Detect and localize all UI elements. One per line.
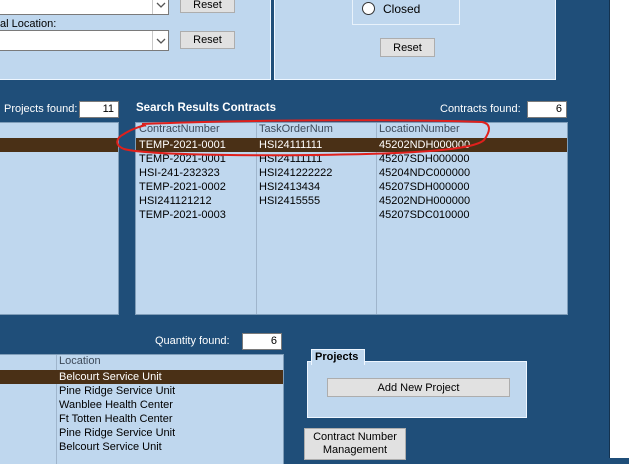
task-order-cell: HSI2413434 bbox=[259, 181, 321, 193]
task-order-cell: HSI2415555 bbox=[259, 195, 321, 207]
location-cell: Wanblee Health Center bbox=[59, 399, 173, 411]
red-annotation-circle bbox=[116, 119, 490, 157]
window-edge-line bbox=[609, 0, 610, 458]
table-row[interactable]: HSI-241-232323 HSI241222222 45204NDC0000… bbox=[136, 166, 567, 180]
reset-location-button[interactable]: Reset bbox=[180, 31, 235, 49]
closed-radio[interactable] bbox=[362, 2, 375, 15]
chevron-down-icon[interactable] bbox=[152, 31, 168, 50]
column-header-location[interactable]: Location bbox=[59, 355, 101, 369]
projects-found-label: Projects found: bbox=[4, 103, 78, 115]
reset-status-button[interactable]: Reset bbox=[380, 38, 435, 57]
list-item[interactable]: Wanblee Health Center bbox=[0, 398, 283, 412]
location-cell: Ft Totten Health Center bbox=[59, 413, 173, 425]
list-item[interactable]: Pine Ridge Service Unit bbox=[0, 426, 283, 440]
location-label: al Location: bbox=[0, 18, 57, 30]
list-item[interactable]: Ft Totten Health Center bbox=[0, 412, 283, 426]
contract-number-cell: TEMP-2021-0002 bbox=[139, 181, 226, 193]
contract-number-cell: HSI-241-232323 bbox=[139, 167, 220, 179]
quantity-found-count: 6 bbox=[242, 333, 282, 350]
contract-number-management-button[interactable]: Contract Number Management bbox=[304, 428, 406, 460]
projects-list-selected-row[interactable] bbox=[0, 138, 118, 152]
location-number-cell: 45204NDC000000 bbox=[379, 167, 471, 179]
contracts-title: Search Results Contracts bbox=[136, 102, 276, 114]
projects-list[interactable] bbox=[0, 122, 119, 315]
quantity-found-label: Quantity found: bbox=[155, 335, 230, 347]
chevron-down-icon[interactable] bbox=[152, 0, 168, 14]
table-row[interactable]: TEMP-2021-0003 45207SDC010000 bbox=[136, 208, 567, 222]
contract-number-cell: HSI241121212 bbox=[139, 195, 212, 207]
contracts-found-label: Contracts found: bbox=[440, 103, 521, 115]
top-filter-combo[interactable] bbox=[0, 0, 169, 15]
contracts-found-count: 6 bbox=[527, 101, 567, 118]
table-row[interactable]: TEMP-2021-0002 HSI2413434 45207SDH000000 bbox=[136, 180, 567, 194]
closed-label: Closed bbox=[383, 2, 421, 16]
location-combo[interactable] bbox=[0, 30, 169, 51]
list-item[interactable]: Pine Ridge Service Unit bbox=[0, 384, 283, 398]
task-order-cell: HSI241222222 bbox=[259, 167, 333, 179]
location-cell: Pine Ridge Service Unit bbox=[59, 385, 176, 397]
location-cell: Belcourt Service Unit bbox=[59, 441, 162, 453]
list-item[interactable]: Belcourt Service Unit bbox=[0, 370, 283, 384]
contract-number-cell: TEMP-2021-0003 bbox=[139, 209, 226, 221]
table-row[interactable]: HSI241121212 HSI2415555 45202NDH000000 bbox=[136, 194, 567, 208]
location-cell: Belcourt Service Unit bbox=[59, 371, 162, 383]
list-item[interactable]: Belcourt Service Unit bbox=[0, 440, 283, 454]
reset-top-button[interactable]: Reset bbox=[180, 0, 235, 13]
add-new-project-button[interactable]: Add New Project bbox=[327, 378, 510, 397]
window-edge bbox=[609, 0, 629, 458]
location-number-cell: 45207SDH000000 bbox=[379, 181, 470, 193]
projects-group-title: Projects bbox=[315, 351, 359, 363]
location-number-cell: 45207SDC010000 bbox=[379, 209, 470, 221]
location-cell: Pine Ridge Service Unit bbox=[59, 427, 176, 439]
locations-list[interactable]: Location Belcourt Service Unit Pine Ridg… bbox=[0, 354, 284, 464]
projects-found-count: 11 bbox=[79, 101, 119, 118]
location-number-cell: 45202NDH000000 bbox=[379, 195, 471, 207]
